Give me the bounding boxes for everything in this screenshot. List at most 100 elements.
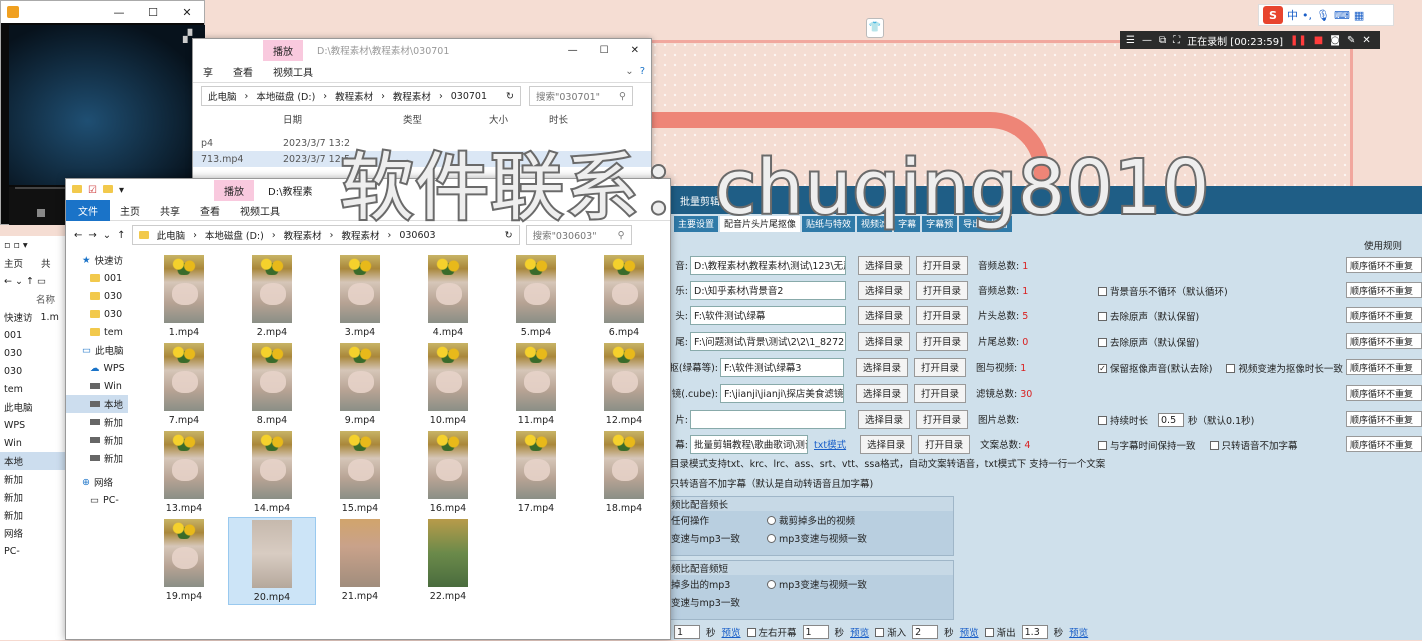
tab-view[interactable]: 查看 xyxy=(190,200,230,221)
sidebar-item[interactable]: 新加 xyxy=(0,488,65,506)
path-input[interactable]: F:\软件测试\绿幕 xyxy=(690,305,846,325)
file-tile[interactable]: 13.mp4 xyxy=(140,429,228,517)
rule-select[interactable]: 顺序循环不重复 xyxy=(1346,411,1422,427)
path-input[interactable]: F:\软件测试\绿幕3 xyxy=(720,357,844,377)
sidebar-item[interactable]: 新加 xyxy=(0,470,65,488)
tab-home[interactable]: 主页 xyxy=(4,256,23,270)
open-dir-button[interactable]: 打开目录 xyxy=(914,357,967,377)
play-context-tab[interactable]: 播放 xyxy=(263,39,303,61)
checkbox-icon[interactable] xyxy=(1098,440,1107,450)
fullscreen-icon[interactable]: ⛶ xyxy=(1173,35,1180,46)
sidebar-item[interactable]: ☁ WPS xyxy=(66,359,128,377)
search-input[interactable]: 搜索"030701" ⚲ xyxy=(529,86,633,106)
minimize-button[interactable]: — xyxy=(102,6,136,19)
chevron-down-icon[interactable]: ⌄ xyxy=(103,230,111,241)
file-tile[interactable]: 7.mp4 xyxy=(140,341,228,429)
radio-icon[interactable] xyxy=(767,579,776,589)
sidebar-item[interactable]: 此电脑 xyxy=(0,398,65,416)
shirt-icon[interactable]: 👕 xyxy=(866,18,884,38)
column-date[interactable]: 日期 xyxy=(283,112,403,126)
file-tile[interactable]: 20.mp4 xyxy=(228,517,316,605)
sidebar-item[interactable]: tem xyxy=(0,380,65,398)
column-type[interactable]: 类型 xyxy=(403,112,489,126)
radio-option[interactable]: mp3变速与视频一致 xyxy=(779,577,867,591)
playlist-icon[interactable]: ▞ xyxy=(183,29,192,43)
keyboard-icon[interactable]: ⌨ xyxy=(1334,9,1350,22)
file-tile[interactable]: 17.mp4 xyxy=(492,429,580,517)
sidebar-item[interactable]: 网络 xyxy=(0,524,65,542)
column-size[interactable]: 大小 xyxy=(489,112,549,126)
select-dir-button[interactable]: 选择目录 xyxy=(856,357,909,377)
tab-video-tools[interactable]: 视频工具 xyxy=(263,61,323,82)
folder-icon[interactable] xyxy=(102,184,113,193)
checkbox-icon[interactable] xyxy=(1209,440,1219,450)
radio-option[interactable]: 变速与mp3一致 xyxy=(671,531,767,545)
sidebar-item[interactable]: PC- xyxy=(0,542,65,560)
path-input[interactable]: F:\jianji\jianji\探店美食滤镜 xyxy=(720,383,844,403)
radio-icon[interactable] xyxy=(767,515,776,525)
file-tile[interactable]: 16.mp4 xyxy=(404,429,492,517)
sidebar-item[interactable]: 001 xyxy=(0,326,65,344)
rule-select[interactable]: 顺序循环不重复 xyxy=(1346,257,1422,273)
camera-icon[interactable]: ◙ xyxy=(1330,35,1340,46)
breadcrumb-item[interactable]: 教程素材 xyxy=(393,89,431,103)
open-dir-button[interactable]: 打开目录 xyxy=(916,255,969,275)
maximize-button[interactable]: ☐ xyxy=(136,6,170,19)
select-dir-button[interactable]: 选择目录 xyxy=(858,280,911,300)
rule-select[interactable]: 顺序循环不重复 xyxy=(1346,359,1422,375)
select-dir-button[interactable]: 选择目录 xyxy=(856,383,909,403)
select-dir-button[interactable]: 选择目录 xyxy=(858,331,911,351)
path-input[interactable]: 批量剪辑教程\歌曲歌词\测试 xyxy=(690,434,808,454)
sidebar-item[interactable]: 新加 xyxy=(66,449,128,467)
sidebar-item[interactable]: 快速访 1.m xyxy=(0,308,65,326)
help-icon[interactable]: ? xyxy=(640,66,651,77)
preview-link[interactable]: 预览 xyxy=(722,625,741,639)
duration-input[interactable]: 1.3 xyxy=(1021,625,1048,639)
sidebar-item[interactable]: WPS xyxy=(0,416,65,434)
sidebar-item[interactable]: 本地 xyxy=(0,452,65,470)
checkbox-icon[interactable] xyxy=(1098,311,1107,321)
forward-icon[interactable]: → xyxy=(88,230,96,241)
tab-share[interactable]: 享 xyxy=(193,61,223,82)
sidebar-item[interactable]: tem xyxy=(66,323,128,341)
radio-icon[interactable] xyxy=(767,533,776,543)
open-dir-button[interactable]: 打开目录 xyxy=(916,331,969,351)
sidebar-item-this-pc[interactable]: ▭ 此电脑 xyxy=(66,341,128,359)
file-tile[interactable]: 1.mp4 xyxy=(140,253,228,341)
radio-option[interactable]: 掉多出的mp3 xyxy=(671,577,767,591)
tab-file[interactable]: 文件 xyxy=(66,200,110,221)
radio-option[interactable]: mp3变速与视频一致 xyxy=(779,531,867,545)
sidebar-item[interactable]: Win xyxy=(0,434,65,452)
sogou-logo-icon[interactable]: S xyxy=(1263,6,1283,24)
file-tile[interactable]: 10.mp4 xyxy=(404,341,492,429)
file-tile[interactable]: 3.mp4 xyxy=(316,253,404,341)
grid-icon[interactable]: ▦ xyxy=(1354,9,1364,22)
open-dir-button[interactable]: 打开目录 xyxy=(916,305,969,325)
path-input[interactable]: F:\问题测试\背景\测试\2\2\1_8272.mp xyxy=(690,331,846,351)
breadcrumb[interactable]: 此电脑 › 本地磁盘 (D:) › 教程素材 › 教程素材 › 030701 ↻ xyxy=(201,86,521,106)
breadcrumb-item[interactable]: 此电脑 xyxy=(208,89,237,103)
minimize-button[interactable]: — xyxy=(568,45,578,56)
pen-icon[interactable]: ✎ xyxy=(1347,35,1355,46)
breadcrumb-item[interactable]: 本地磁盘 (D:) xyxy=(205,228,264,242)
select-dir-button[interactable]: 选择目录 xyxy=(860,434,913,454)
checkbox-icon[interactable] xyxy=(746,627,756,637)
file-tile[interactable]: 5.mp4 xyxy=(492,253,580,341)
back-icon[interactable]: ← xyxy=(74,230,82,241)
file-tile[interactable]: 9.mp4 xyxy=(316,341,404,429)
up-icon[interactable]: ↑ xyxy=(117,230,125,241)
rule-select[interactable]: 顺序循环不重复 xyxy=(1346,307,1422,323)
rule-select[interactable]: 顺序循环不重复 xyxy=(1346,282,1422,298)
path-input[interactable] xyxy=(690,409,846,429)
sidebar-item[interactable]: 001 xyxy=(66,269,128,287)
stop-icon[interactable]: ■ xyxy=(1314,35,1323,46)
duration-input[interactable]: 1 xyxy=(674,625,700,639)
select-dir-button[interactable]: 选择目录 xyxy=(858,409,911,429)
sidebar-item-network[interactable]: ⊕ 网络 xyxy=(66,473,128,491)
preview-link[interactable]: 预览 xyxy=(960,625,979,639)
rule-select[interactable]: 顺序循环不重复 xyxy=(1346,436,1422,452)
duration-input[interactable]: 1 xyxy=(802,625,829,639)
properties-icon[interactable]: ☑ xyxy=(88,185,97,196)
file-tile[interactable]: 6.mp4 xyxy=(580,253,668,341)
rule-select[interactable]: 顺序循环不重复 xyxy=(1346,333,1422,349)
